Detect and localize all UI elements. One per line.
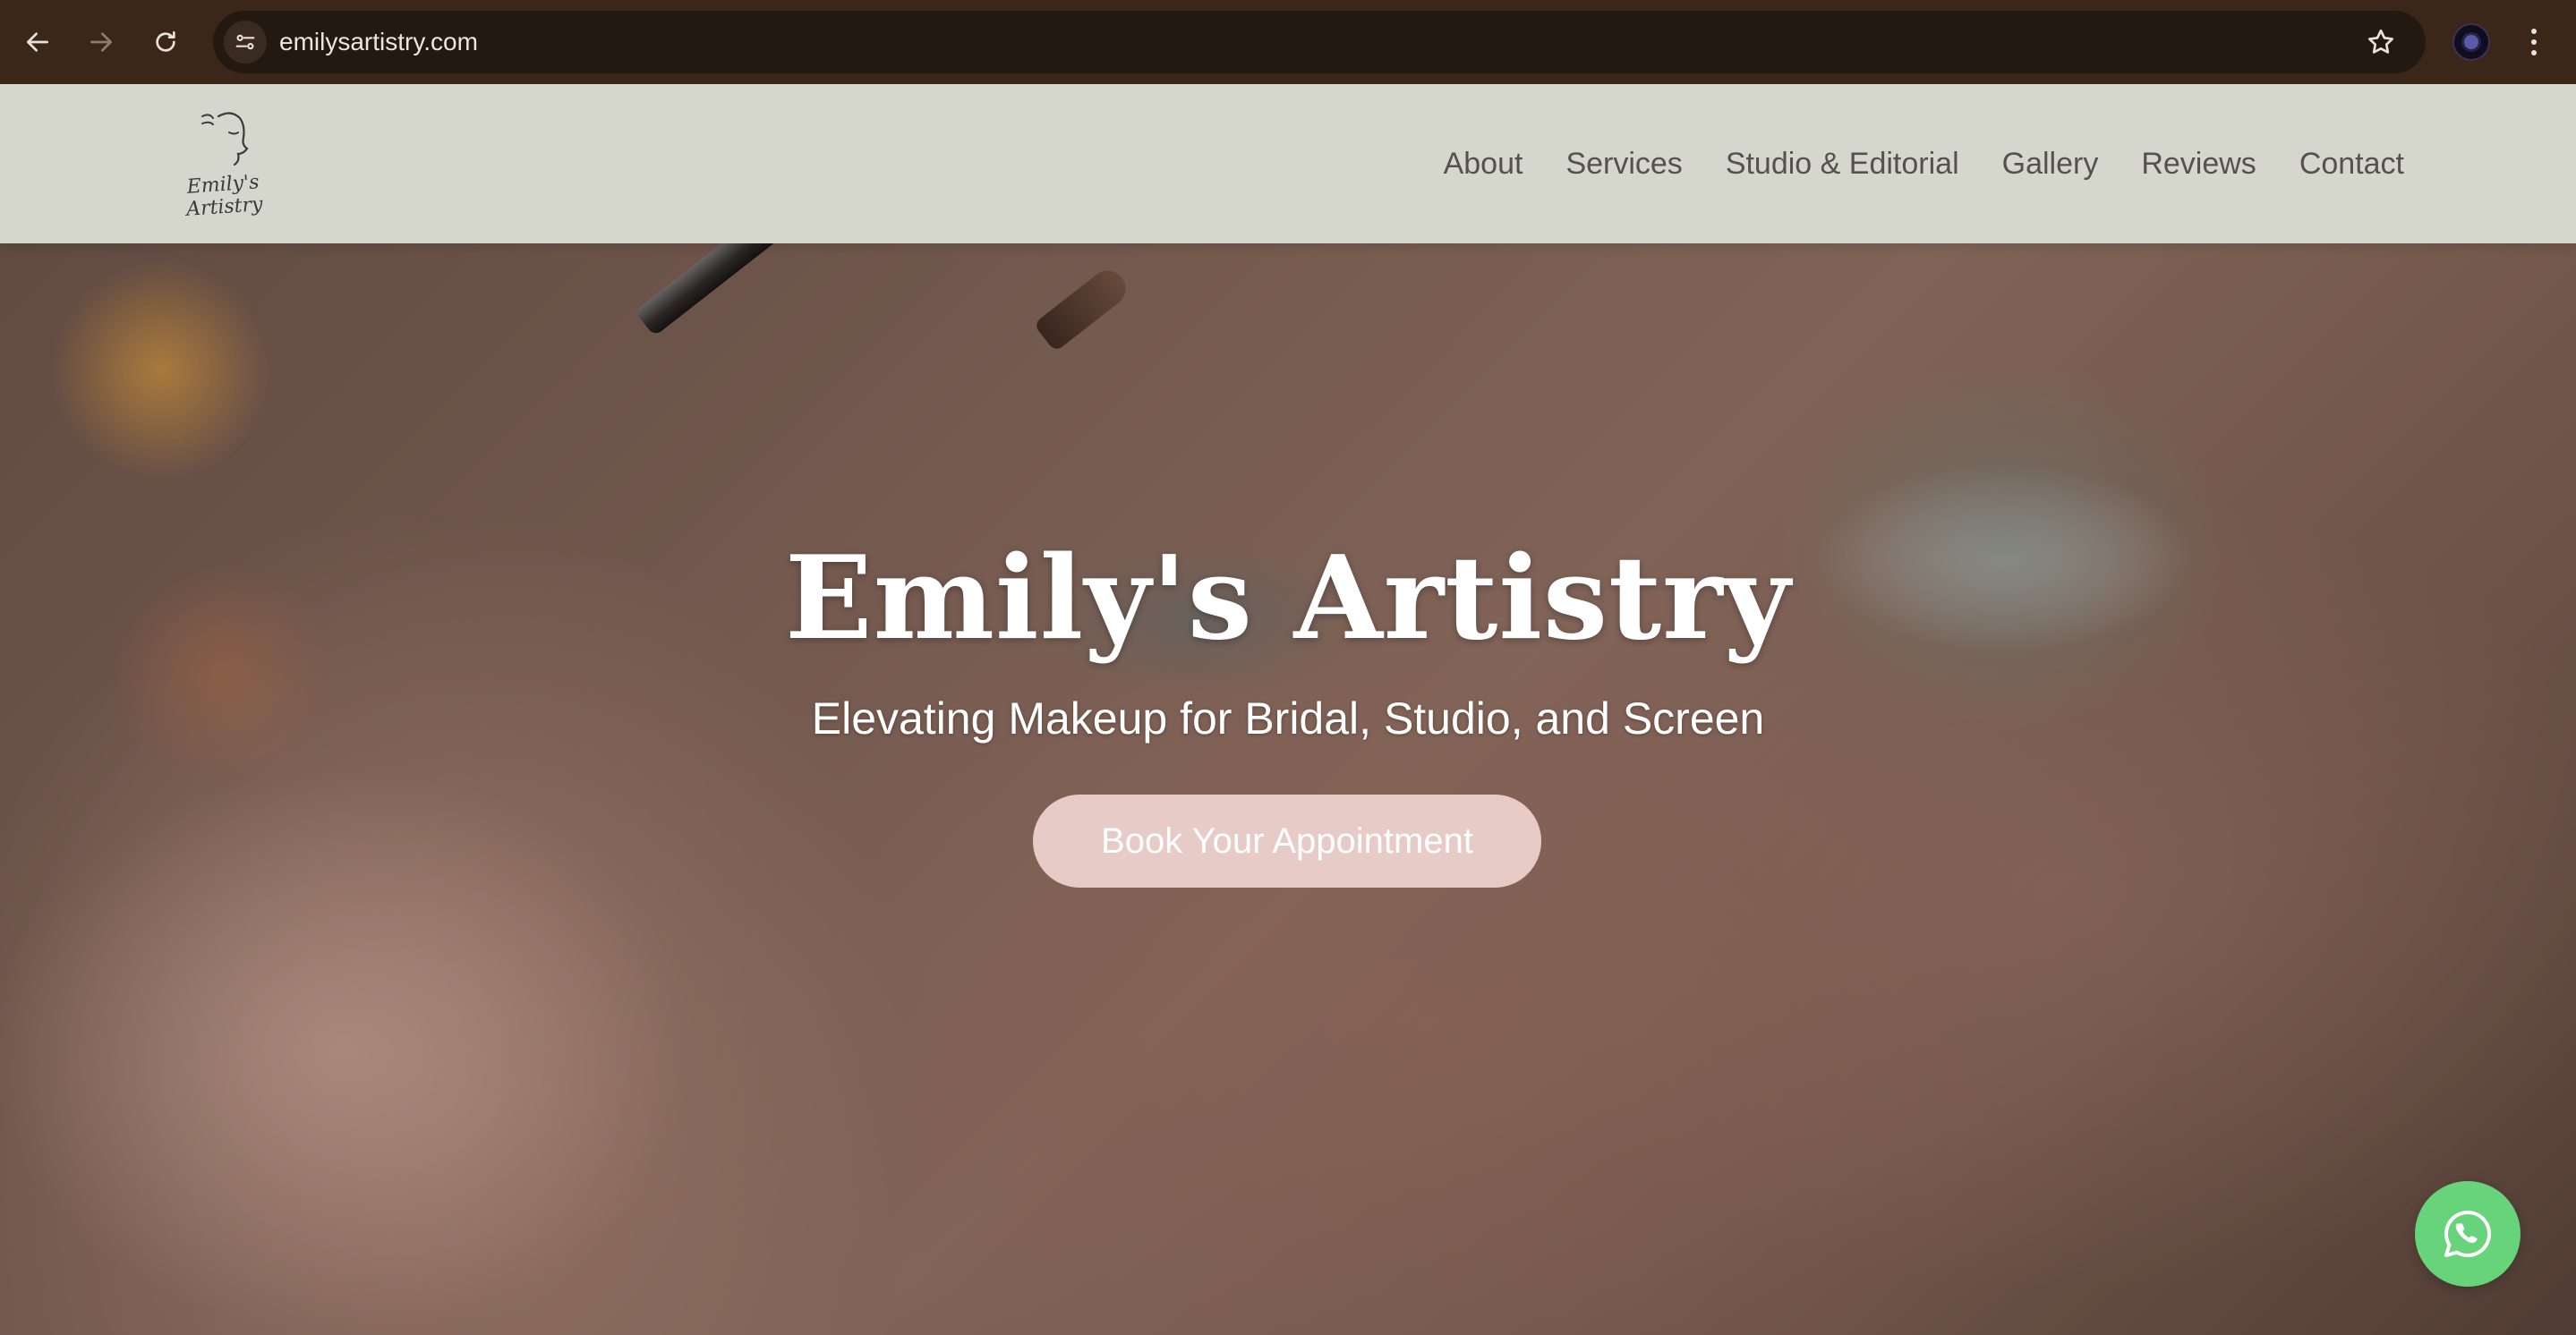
back-button[interactable]	[15, 20, 60, 64]
browser-toolbar: emilysartistry.com	[0, 0, 2576, 84]
hero-subtitle: Elevating Makeup for Bridal, Studio, and…	[811, 693, 1765, 744]
address-bar[interactable]: emilysartistry.com	[213, 11, 2426, 73]
whatsapp-chat-button[interactable]	[2415, 1181, 2521, 1287]
main-nav: About Services Studio & Editorial Galler…	[1444, 84, 2404, 243]
forward-arrow-icon	[90, 32, 112, 52]
reload-icon	[156, 31, 175, 52]
forward-button[interactable]	[79, 20, 124, 64]
profile-avatar[interactable]	[2452, 23, 2490, 61]
site-info-icon	[235, 34, 255, 50]
nav-services[interactable]: Services	[1565, 147, 1682, 182]
site-logo[interactable]: Emily's Artistry	[166, 107, 281, 221]
nav-studio-editorial[interactable]: Studio & Editorial	[1726, 147, 1959, 182]
nav-about[interactable]: About	[1444, 147, 1523, 182]
logo-wordmark: Emily's Artistry	[185, 171, 264, 221]
nav-reviews[interactable]: Reviews	[2141, 147, 2256, 182]
site-header: Emily's Artistry About Services Studio &…	[0, 84, 2576, 243]
hero-title: Emily's Artistry	[785, 531, 1791, 666]
back-arrow-icon	[27, 32, 48, 52]
bookmark-star-icon[interactable]	[2365, 26, 2397, 58]
whatsapp-icon	[2444, 1210, 2492, 1257]
url-text[interactable]: emilysartistry.com	[279, 11, 478, 73]
book-appointment-button[interactable]: Book Your Appointment	[1033, 795, 1541, 888]
nav-contact[interactable]: Contact	[2299, 147, 2404, 182]
webpage: Emily's Artistry Elevating Makeup for Br…	[0, 84, 2576, 1335]
more-menu-icon[interactable]	[2521, 23, 2547, 61]
nav-gallery[interactable]: Gallery	[2002, 147, 2099, 182]
reload-button[interactable]	[143, 20, 188, 64]
hero-section: Emily's Artistry Elevating Makeup for Br…	[0, 84, 2576, 1335]
face-logo-icon	[201, 112, 249, 166]
site-info-button[interactable]	[224, 21, 267, 64]
